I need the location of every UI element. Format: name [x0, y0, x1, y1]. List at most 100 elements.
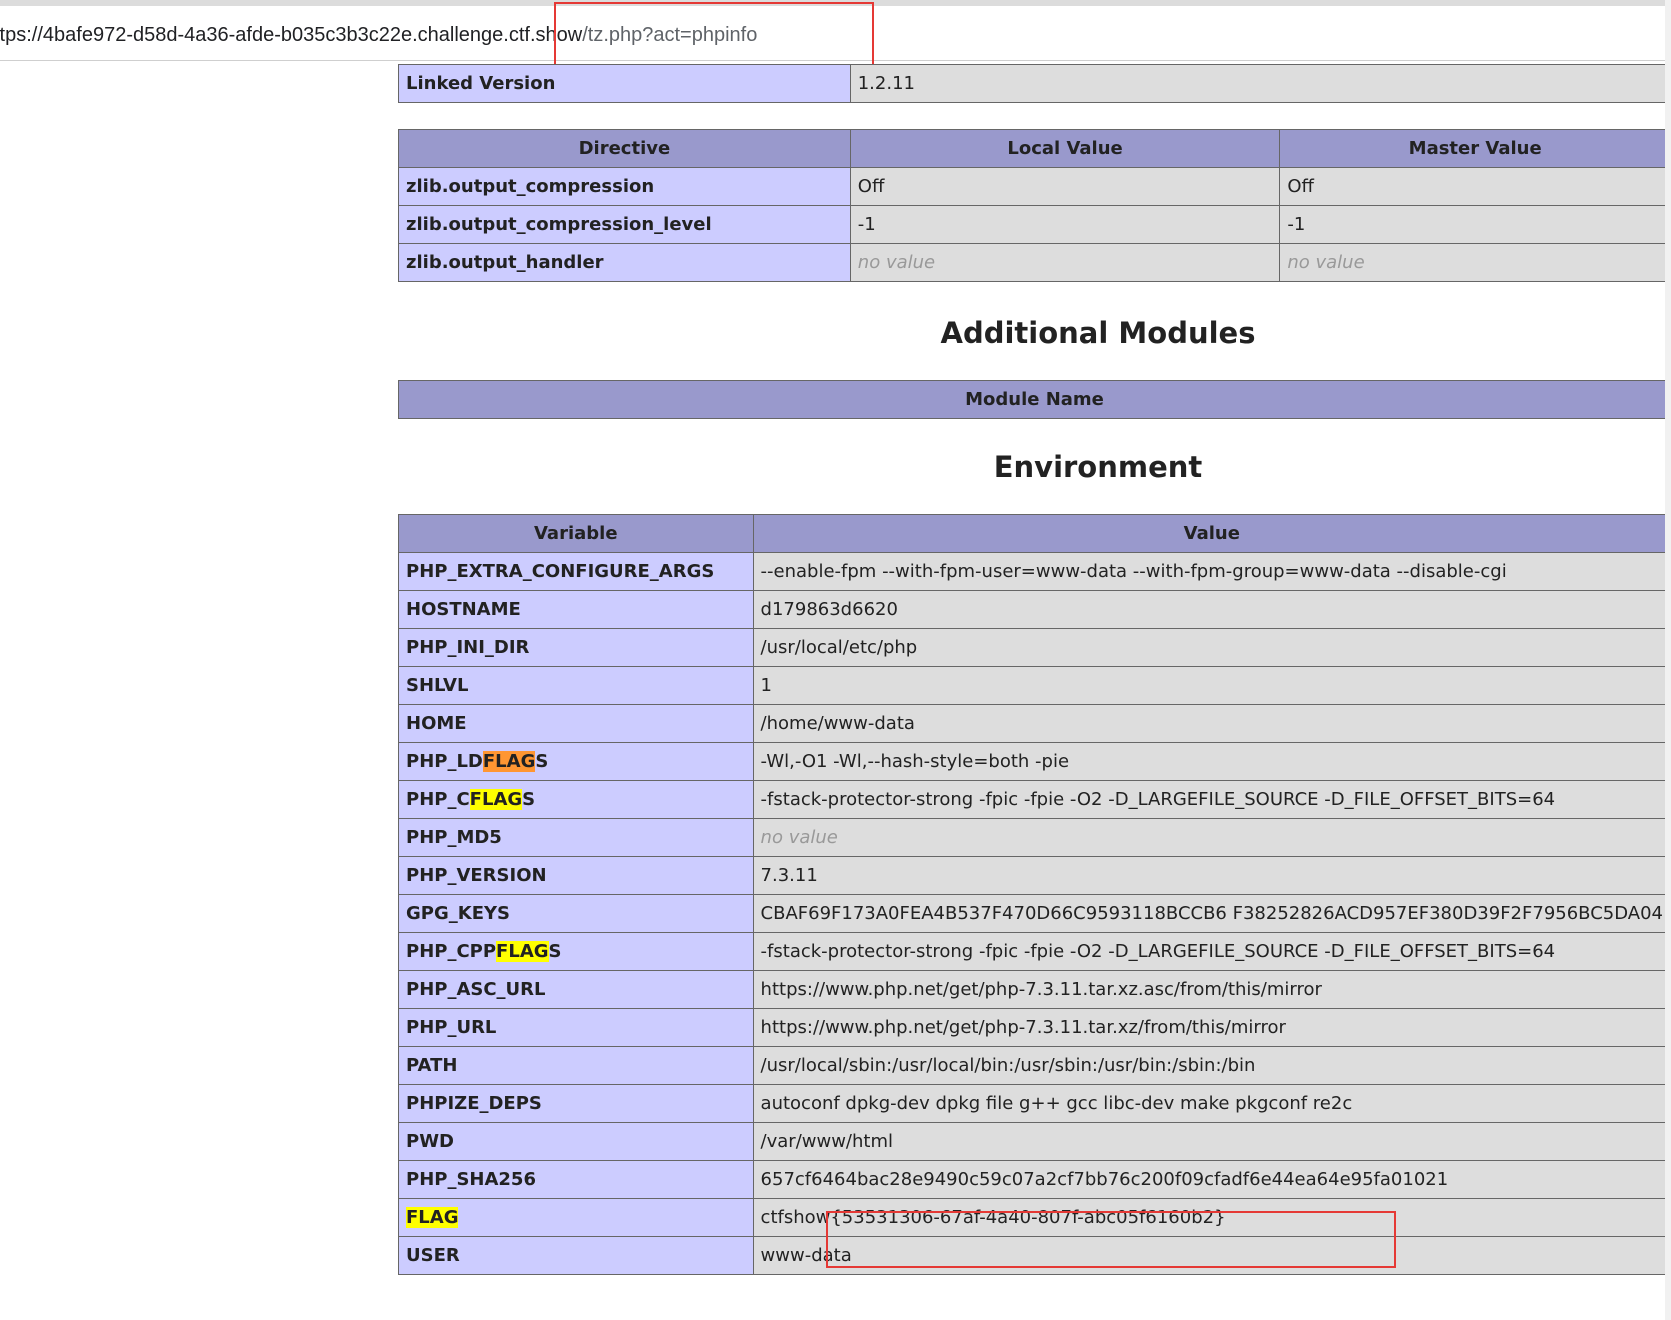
- variable-name: PHP_CFLAGS: [398, 780, 754, 819]
- variable-value: 7.3.11: [752, 856, 1671, 895]
- flag-annotation-box: [826, 1211, 1396, 1268]
- variable-name: PHP_LDFLAGS: [398, 742, 754, 781]
- variable-name: PHP_CPPFLAGS: [398, 932, 754, 971]
- column-header-master-value: Master Value: [1279, 129, 1671, 168]
- master-value: Off: [1279, 167, 1671, 206]
- table-header-row: Variable Value: [398, 514, 1671, 553]
- directive-name: zlib.output_compression_level: [398, 205, 851, 244]
- variable-value: d179863d6620: [752, 590, 1671, 629]
- no-value-text: no value: [857, 252, 936, 273]
- modules-table: Module Name: [398, 380, 1671, 419]
- directive-name: zlib.output_handler: [398, 243, 851, 282]
- variable-value: 657cf6464bac28e9490c59c07a2cf7bb76c200f0…: [752, 1160, 1671, 1199]
- table-row: zlib.output_compression Off Off: [398, 167, 1671, 206]
- table-row: PHP_LDFLAGS -Wl,-O1 -Wl,--hash-style=bot…: [398, 742, 1671, 781]
- table-row: zlib.output_compression_level -1 -1: [398, 205, 1671, 244]
- table-row: SHLVL 1: [398, 666, 1671, 705]
- zlib-info-table: Linked Version 1.2.11: [398, 64, 1671, 103]
- table-row: PHP_INI_DIR /usr/local/etc/php: [398, 628, 1671, 667]
- variable-value: CBAF69F173A0FEA4B537F470D66C9593118BCCB6…: [752, 894, 1671, 933]
- environment-table: Variable Value PHP_EXTRA_CONFIGURE_ARGS …: [398, 514, 1671, 1275]
- variable-value: -fstack-protector-strong -fpic -fpie -O2…: [752, 780, 1671, 819]
- table-row: PHP_MD5 no value: [398, 818, 1671, 857]
- column-header-directive: Directive: [398, 129, 851, 168]
- variable-name-prefix: PHP_C: [406, 789, 470, 810]
- variable-name: GPG_KEYS: [398, 894, 754, 933]
- variable-value: https://www.php.net/get/php-7.3.11.tar.x…: [752, 1008, 1671, 1047]
- local-value: no value: [849, 243, 1281, 282]
- variable-name-suffix: S: [522, 789, 536, 810]
- table-header-row: Module Name: [398, 380, 1671, 419]
- variable-name: FLAG: [398, 1198, 754, 1237]
- variable-name: PHP_VERSION: [398, 856, 754, 895]
- variable-name-suffix: S: [535, 751, 549, 772]
- search-highlight: FLAG: [469, 789, 523, 810]
- table-row: PWD /var/www/html: [398, 1122, 1671, 1161]
- table-row: PHP_URL https://www.php.net/get/php-7.3.…: [398, 1008, 1671, 1047]
- variable-name: PHP_URL: [398, 1008, 754, 1047]
- variable-value: autoconf dpkg-dev dpkg file g++ gcc libc…: [752, 1084, 1671, 1123]
- local-value: Off: [849, 167, 1281, 206]
- local-value: -1: [849, 205, 1281, 244]
- table-row: PHP_ASC_URL https://www.php.net/get/php-…: [398, 970, 1671, 1009]
- variable-value: /usr/local/sbin:/usr/local/bin:/usr/sbin…: [752, 1046, 1671, 1085]
- column-header-module-name: Module Name: [398, 380, 1671, 419]
- search-highlight-current: FLAG: [482, 751, 536, 772]
- variable-value: -Wl,-O1 -Wl,--hash-style=both -pie: [752, 742, 1671, 781]
- table-header-row: Directive Local Value Master Value: [398, 129, 1671, 168]
- variable-name: PHPIZE_DEPS: [398, 1084, 754, 1123]
- variable-name: HOSTNAME: [398, 590, 754, 629]
- search-highlight: FLAG: [406, 1207, 459, 1228]
- variable-value: /home/www-data: [752, 704, 1671, 743]
- table-row: HOME /home/www-data: [398, 704, 1671, 743]
- section-title-additional-modules: Additional Modules: [940, 316, 1256, 350]
- table-row: PHP_SHA256 657cf6464bac28e9490c59c07a2cf…: [398, 1160, 1671, 1199]
- url-host: ttps://4bafe972-d58d-4a36-afde-b035c3b3c…: [0, 24, 583, 46]
- no-value-text: no value: [1287, 252, 1365, 273]
- no-value-text: no value: [760, 827, 838, 848]
- master-value: -1: [1279, 205, 1671, 244]
- variable-name: PHP_INI_DIR: [398, 628, 754, 667]
- variable-value: https://www.php.net/get/php-7.3.11.tar.x…: [752, 970, 1671, 1009]
- linked-version-label: Linked Version: [398, 64, 851, 103]
- column-header-variable: Variable: [398, 514, 754, 553]
- table-row: zlib.output_handler no value no value: [398, 243, 1671, 282]
- variable-name: SHLVL: [398, 666, 754, 705]
- variable-name: PWD: [398, 1122, 754, 1161]
- table-row: PHP_CPPFLAGS -fstack-protector-strong -f…: [398, 932, 1671, 971]
- variable-value: /var/www/html: [752, 1122, 1671, 1161]
- column-header-value: Value: [752, 514, 1671, 553]
- table-row: PHP_CFLAGS -fstack-protector-strong -fpi…: [398, 780, 1671, 819]
- variable-name-prefix: PHP_CPP: [406, 941, 497, 962]
- table-row: PHP_VERSION 7.3.11: [398, 856, 1671, 895]
- variable-name: USER: [398, 1236, 754, 1275]
- search-highlight: FLAG: [496, 941, 549, 962]
- table-row: PHPIZE_DEPS autoconf dpkg-dev dpkg file …: [398, 1084, 1671, 1123]
- table-row: PHP_EXTRA_CONFIGURE_ARGS --enable-fpm --…: [398, 552, 1671, 591]
- zlib-directives-table: Directive Local Value Master Value zlib.…: [398, 129, 1671, 282]
- column-header-local-value: Local Value: [849, 129, 1281, 168]
- table-row: Linked Version 1.2.11: [398, 64, 1671, 103]
- table-row: PATH /usr/local/sbin:/usr/local/bin:/usr…: [398, 1046, 1671, 1085]
- variable-value: no value: [752, 818, 1671, 857]
- table-row: GPG_KEYS CBAF69F173A0FEA4B537F470D66C959…: [398, 894, 1671, 933]
- variable-value: 1: [752, 666, 1671, 705]
- master-value: no value: [1279, 243, 1671, 282]
- variable-name: PHP_EXTRA_CONFIGURE_ARGS: [398, 552, 754, 591]
- variable-name: PATH: [398, 1046, 754, 1085]
- scrollbar-track[interactable]: [1665, 0, 1671, 1320]
- variable-value: --enable-fpm --with-fpm-user=www-data --…: [752, 552, 1671, 591]
- directive-name: zlib.output_compression: [398, 167, 851, 206]
- variable-name-prefix: PHP_LD: [406, 751, 483, 772]
- linked-version-value: 1.2.11: [849, 64, 1671, 103]
- variable-value: /usr/local/etc/php: [752, 628, 1671, 667]
- variable-name-suffix: S: [548, 941, 562, 962]
- variable-name: PHP_ASC_URL: [398, 970, 754, 1009]
- variable-name: PHP_MD5: [398, 818, 754, 857]
- variable-value: -fstack-protector-strong -fpic -fpie -O2…: [752, 932, 1671, 971]
- table-row: HOSTNAME d179863d6620: [398, 590, 1671, 629]
- url-annotation-box: [554, 2, 874, 68]
- variable-name: HOME: [398, 704, 754, 743]
- section-title-environment: Environment: [993, 450, 1203, 484]
- variable-name: PHP_SHA256: [398, 1160, 754, 1199]
